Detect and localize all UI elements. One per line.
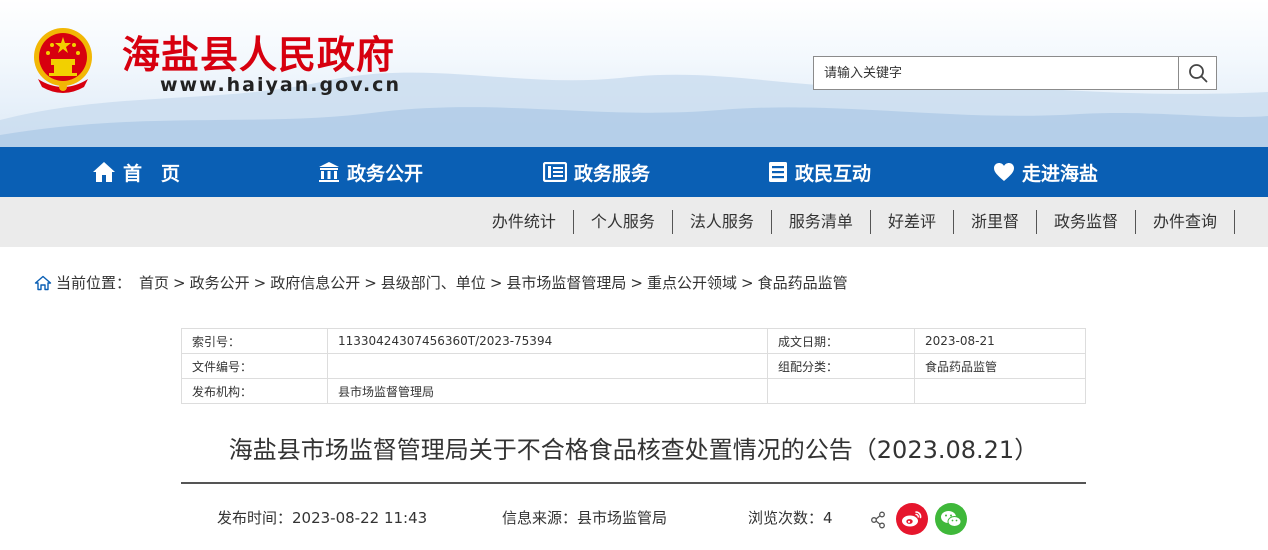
document-icon xyxy=(769,162,787,182)
nav-government-services-label: 政务服务 xyxy=(574,162,651,185)
share-wechat-button[interactable] xyxy=(935,503,967,535)
document-info-table: 索引号： 11330424307456360T/2023-75394 成文日期：… xyxy=(181,328,1086,404)
breadcrumb-separator: > xyxy=(173,273,186,292)
subnav-case-query[interactable]: 办件查询 xyxy=(1136,210,1235,234)
sub-nav-list: 办件统计 个人服务 法人服务 服务清单 好差评 浙里督 政务监督 办件查询 xyxy=(475,210,1235,234)
index-value: 11330424307456360T/2023-75394 xyxy=(327,328,768,354)
weibo-icon xyxy=(902,511,922,527)
search-button[interactable] xyxy=(1178,57,1216,89)
doc-no-value xyxy=(327,353,768,379)
nav-visit-haiyan[interactable]: 走进海盐 xyxy=(993,147,1098,197)
breadcrumb-separator: > xyxy=(364,273,377,292)
main-nav: 首 页 政务公开 政务服务 政民互动 走进海盐 xyxy=(0,147,1268,197)
title-divider xyxy=(181,482,1086,484)
breadcrumb-prefix: 当前位置： xyxy=(56,274,132,292)
nav-government-affairs[interactable]: 政务公开 xyxy=(318,147,423,197)
home-icon xyxy=(93,162,115,182)
search-input[interactable] xyxy=(814,57,1178,89)
home-outline-icon xyxy=(34,275,52,290)
breadcrumb-separator: > xyxy=(489,273,503,292)
publish-time: 发布时间：2023-08-22 11:43 xyxy=(217,509,428,527)
date-value: 2023-08-21 xyxy=(914,328,1086,354)
breadcrumb-county-departments[interactable]: 县级部门、单位 xyxy=(381,272,486,293)
search-box xyxy=(813,56,1217,90)
nav-government-affairs-label: 政务公开 xyxy=(347,162,424,185)
share-weibo-button[interactable] xyxy=(896,503,928,535)
publisher-label: 发布机构： xyxy=(181,378,328,404)
heart-icon xyxy=(994,163,1014,181)
breadcrumb-separator: > xyxy=(253,273,267,292)
table-row: 索引号： 11330424307456360T/2023-75394 成文日期：… xyxy=(181,328,1086,354)
site-title: 海盐县人民政府 xyxy=(122,32,396,77)
table-row: 文件编号： 组配分类： 食品药品监管 xyxy=(181,353,1086,379)
share-icon[interactable] xyxy=(870,511,886,529)
category-label: 组配分类： xyxy=(767,353,915,379)
breadcrumb-separator: > xyxy=(630,273,643,292)
nav-public-interaction[interactable]: 政民互动 xyxy=(768,147,871,197)
nav-home-label: 首 页 xyxy=(123,162,181,185)
index-label: 索引号： xyxy=(181,328,328,354)
subnav-government-supervision[interactable]: 政务监督 xyxy=(1037,210,1136,234)
site-header: 海盐县人民政府 www.haiyan.gov.cn xyxy=(0,0,1268,147)
breadcrumb: 当前位置： 首页 > 政务公开 > 政府信息公开 > 县级部门、单位 > 县市场… xyxy=(34,272,848,293)
subnav-service-list[interactable]: 服务清单 xyxy=(772,210,871,234)
publisher-value: 县市场监督管理局 xyxy=(327,378,768,404)
national-emblem-icon xyxy=(34,28,92,93)
doc-no-label: 文件编号： xyxy=(181,353,328,379)
date-label: 成文日期： xyxy=(767,328,915,354)
nav-home[interactable]: 首 页 xyxy=(92,147,180,197)
search-icon xyxy=(1188,64,1207,83)
breadcrumb-information-disclosure[interactable]: 政府信息公开 xyxy=(270,272,360,293)
breadcrumb-key-areas[interactable]: 重点公开领域 xyxy=(647,272,737,293)
site-url: www.haiyan.gov.cn xyxy=(160,74,401,96)
wechat-icon xyxy=(941,511,962,527)
breadcrumb-food-drug-supervision[interactable]: 食品药品监管 xyxy=(758,272,848,293)
breadcrumb-home[interactable]: 首页 xyxy=(139,272,169,293)
subnav-legal-entity-services[interactable]: 法人服务 xyxy=(673,210,772,234)
subnav-case-statistics[interactable]: 办件统计 xyxy=(475,210,574,234)
sub-nav: 办件统计 个人服务 法人服务 服务清单 好差评 浙里督 政务监督 办件查询 xyxy=(0,197,1268,247)
view-count: 浏览次数：4 xyxy=(748,509,833,527)
breadcrumb-separator: > xyxy=(741,273,754,292)
article-title: 海盐县市场监督管理局关于不合格食品核查处置情况的公告（2023.08.21） xyxy=(228,436,1039,464)
nav-government-services[interactable]: 政务服务 xyxy=(543,147,650,197)
table-row: 发布机构： 县市场监督管理局 xyxy=(181,378,1086,404)
breadcrumb-government-affairs[interactable]: 政务公开 xyxy=(190,272,250,293)
info-source: 信息来源：县市场监管局 xyxy=(502,509,668,527)
nav-public-interaction-label: 政民互动 xyxy=(795,162,872,185)
empty-cell xyxy=(767,378,915,404)
breadcrumb-market-supervision-bureau[interactable]: 县市场监督管理局 xyxy=(506,272,626,293)
subnav-personal-services[interactable]: 个人服务 xyxy=(574,210,673,234)
category-value: 食品药品监管 xyxy=(914,353,1086,379)
service-list-icon xyxy=(543,162,567,182)
subnav-zheli-supervision[interactable]: 浙里督 xyxy=(954,210,1037,234)
building-icon xyxy=(319,162,339,182)
empty-cell xyxy=(914,378,1086,404)
subnav-good-bad-review[interactable]: 好差评 xyxy=(871,210,954,234)
nav-visit-haiyan-label: 走进海盐 xyxy=(1022,162,1099,185)
